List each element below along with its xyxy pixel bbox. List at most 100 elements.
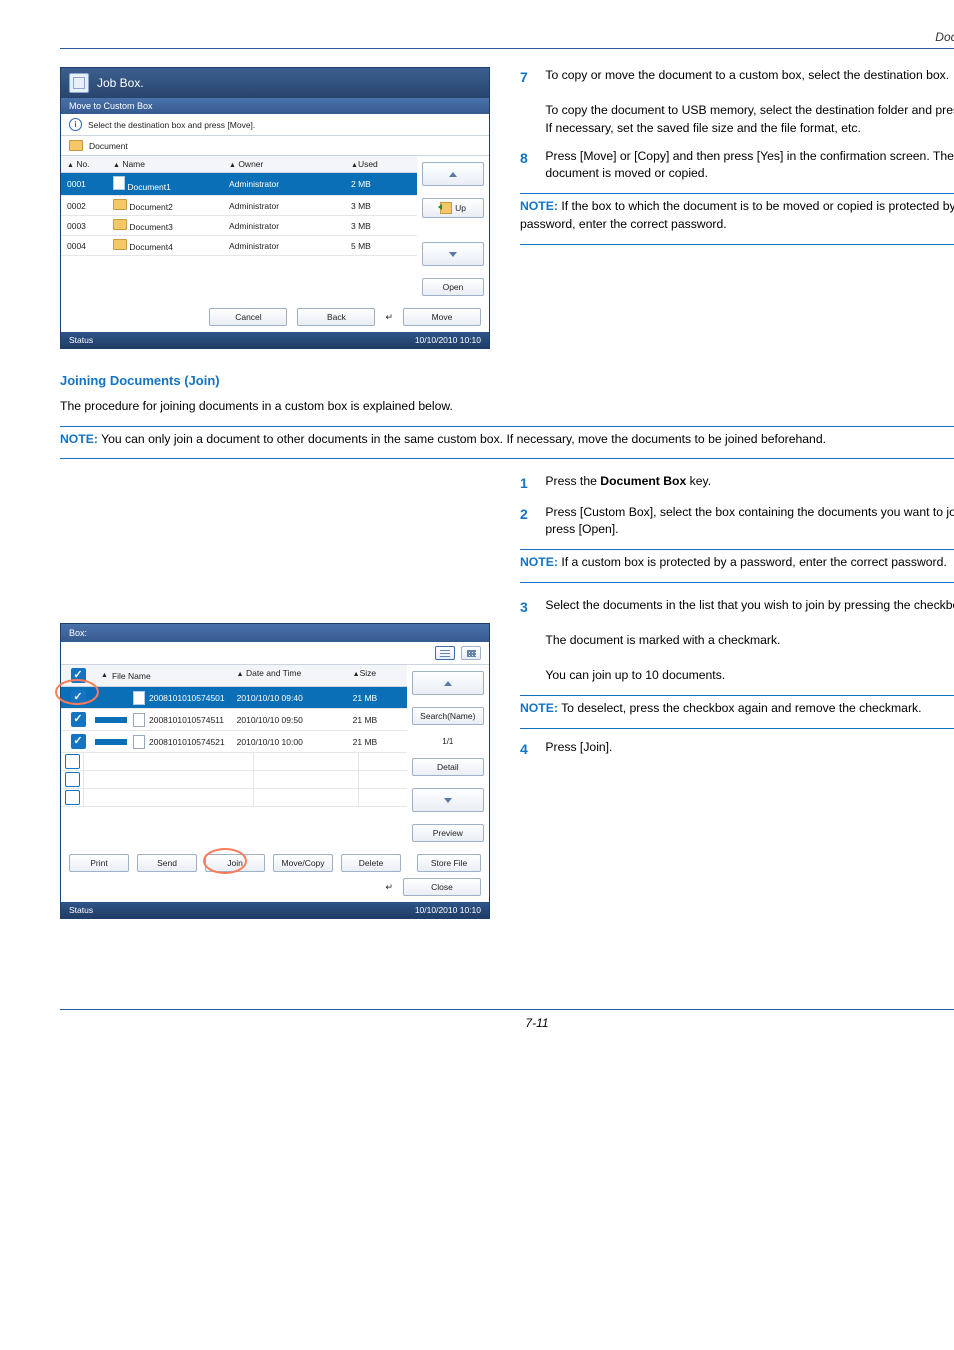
move-copy-button[interactable]: Move/Copy — [273, 854, 333, 872]
cell-used: 2 MB — [345, 176, 417, 192]
open-button[interactable]: Open — [422, 278, 484, 296]
up-button[interactable]: Up — [422, 198, 484, 218]
step-text: Press [Custom Box], select the box conta… — [545, 504, 954, 539]
panel-title: Box: — [61, 624, 489, 642]
col-no[interactable]: ▲ No. — [61, 156, 107, 172]
cell-filename: 2008101010574521 — [127, 732, 231, 752]
send-button[interactable]: Send — [137, 854, 197, 872]
col-size[interactable]: ▲Size — [347, 665, 407, 686]
cell-owner: Administrator — [223, 176, 345, 192]
note-rule — [520, 582, 954, 583]
scroll-down-button[interactable] — [422, 242, 484, 266]
note-rule — [520, 728, 954, 729]
list-header: ▲ No. ▲ Name ▲ Owner ▲Used — [61, 156, 417, 173]
note-label: NOTE: — [520, 199, 558, 213]
row-index — [95, 695, 127, 701]
checkbox[interactable]: ✓ — [71, 712, 86, 727]
folder-icon — [69, 140, 83, 151]
col-owner[interactable]: ▲ Owner — [223, 156, 345, 172]
table-row[interactable]: 0001 Document1 Administrator 2 MB — [61, 173, 417, 196]
note-text: If the box to which the document is to b… — [520, 199, 954, 231]
cell-used: 3 MB — [345, 218, 417, 234]
checkbox[interactable]: ✓ — [71, 690, 86, 705]
note-rule — [520, 549, 954, 550]
table-row[interactable]: 0002 Document2 Administrator 3 MB — [61, 196, 417, 216]
cell-owner: Administrator — [223, 238, 345, 254]
checkbox[interactable]: ✓ — [71, 734, 86, 749]
running-header: Document Box — [60, 30, 954, 44]
folder-icon — [113, 239, 127, 250]
col-used[interactable]: ▲Used — [345, 156, 417, 172]
scroll-up-button[interactable] — [412, 671, 484, 695]
chevron-up-icon — [444, 681, 452, 686]
header-rule — [60, 48, 954, 49]
row-index — [95, 739, 127, 745]
status-label[interactable]: Status — [69, 335, 93, 345]
back-button[interactable]: Back — [297, 308, 375, 326]
instruction-row: i Select the destination box and press [… — [61, 114, 489, 136]
move-button[interactable]: Move — [403, 308, 481, 326]
cell-datetime: 2010/10/10 09:40 — [231, 690, 347, 706]
col-select-all[interactable]: ✓ — [61, 665, 95, 686]
cell-no: 0004 — [61, 238, 107, 254]
store-file-button[interactable]: Store File — [417, 854, 481, 872]
page-number: 7-11 — [60, 1009, 954, 1030]
table-row-empty — [61, 789, 407, 807]
note-rule — [520, 193, 954, 194]
step-text: To copy the document to USB memory, sele… — [545, 103, 954, 135]
bottom-buttons: Cancel Back ↵ Move — [61, 302, 489, 332]
step-number: 1 — [520, 473, 542, 493]
preview-button[interactable]: Preview — [412, 824, 484, 842]
note-label: NOTE: — [60, 432, 98, 446]
checkbox[interactable] — [65, 754, 80, 769]
step-text: Press [Join]. — [545, 739, 954, 757]
col-datetime[interactable]: ▲ Date and Time — [231, 665, 347, 686]
bottom-buttons: Print Send Join Move/Copy Delete Store F… — [61, 848, 489, 878]
list-view-button[interactable] — [435, 646, 455, 660]
step-text: You can join up to 10 documents. — [545, 668, 725, 682]
cell-filename: 2008101010574511 — [127, 710, 231, 730]
folder-icon — [113, 199, 127, 210]
detail-button[interactable]: Detail — [412, 758, 484, 776]
panel-title: Job Box. — [97, 76, 144, 90]
step-number: 4 — [520, 739, 542, 759]
close-button[interactable]: Close — [403, 878, 481, 896]
page-indicator: 1/1 — [412, 737, 484, 746]
job-box-panel: Job Box. Move to Custom Box i Select the… — [60, 67, 490, 349]
side-controls: Search(Name) 1/1 Detail Preview — [407, 665, 489, 848]
cancel-button[interactable]: Cancel — [209, 308, 287, 326]
table-row[interactable]: ✓ 2008101010574511 2010/10/10 09:50 21 M… — [61, 709, 407, 731]
grid-view-button[interactable] — [461, 646, 481, 660]
table-row[interactable]: 0003 Document3 Administrator 3 MB — [61, 216, 417, 236]
file-icon — [113, 176, 125, 190]
scroll-down-button[interactable] — [412, 788, 484, 812]
search-button[interactable]: Search(Name) — [412, 707, 484, 725]
col-filename[interactable]: ▲ File Name — [95, 665, 231, 686]
category-label: Document — [89, 141, 128, 151]
scroll-up-button[interactable] — [422, 162, 484, 186]
checkbox[interactable] — [65, 772, 80, 787]
status-label[interactable]: Status — [69, 905, 93, 915]
table-row[interactable]: ✓ 2008101010574501 2010/10/10 09:40 21 M… — [61, 687, 407, 709]
col-name[interactable]: ▲ Name — [107, 156, 223, 172]
table-row-empty — [61, 771, 407, 789]
cell-size: 21 MB — [347, 690, 407, 706]
print-button[interactable]: Print — [69, 854, 129, 872]
category-row: Document — [61, 136, 489, 156]
delete-button[interactable]: Delete — [341, 854, 401, 872]
panel-subtitle: Move to Custom Box — [61, 98, 489, 114]
chevron-down-icon — [449, 252, 457, 257]
table-row[interactable]: 0004 Document4 Administrator 5 MB — [61, 236, 417, 256]
table-row[interactable]: ✓ 2008101010574521 2010/10/10 10:00 21 M… — [61, 731, 407, 753]
cell-owner: Administrator — [223, 218, 345, 234]
cell-no: 0002 — [61, 198, 107, 214]
cell-size: 21 MB — [347, 734, 407, 750]
cell-name: Document3 — [107, 216, 223, 235]
step-text: Select the documents in the list that yo… — [545, 598, 954, 612]
step-text: The document is marked with a checkmark. — [545, 633, 780, 647]
side-controls: Up Open — [417, 156, 489, 302]
join-button[interactable]: Join — [205, 854, 265, 872]
checkbox[interactable] — [65, 790, 80, 805]
job-box-icon — [69, 73, 89, 93]
status-bar: Status 10/10/2010 10:10 — [61, 902, 489, 918]
